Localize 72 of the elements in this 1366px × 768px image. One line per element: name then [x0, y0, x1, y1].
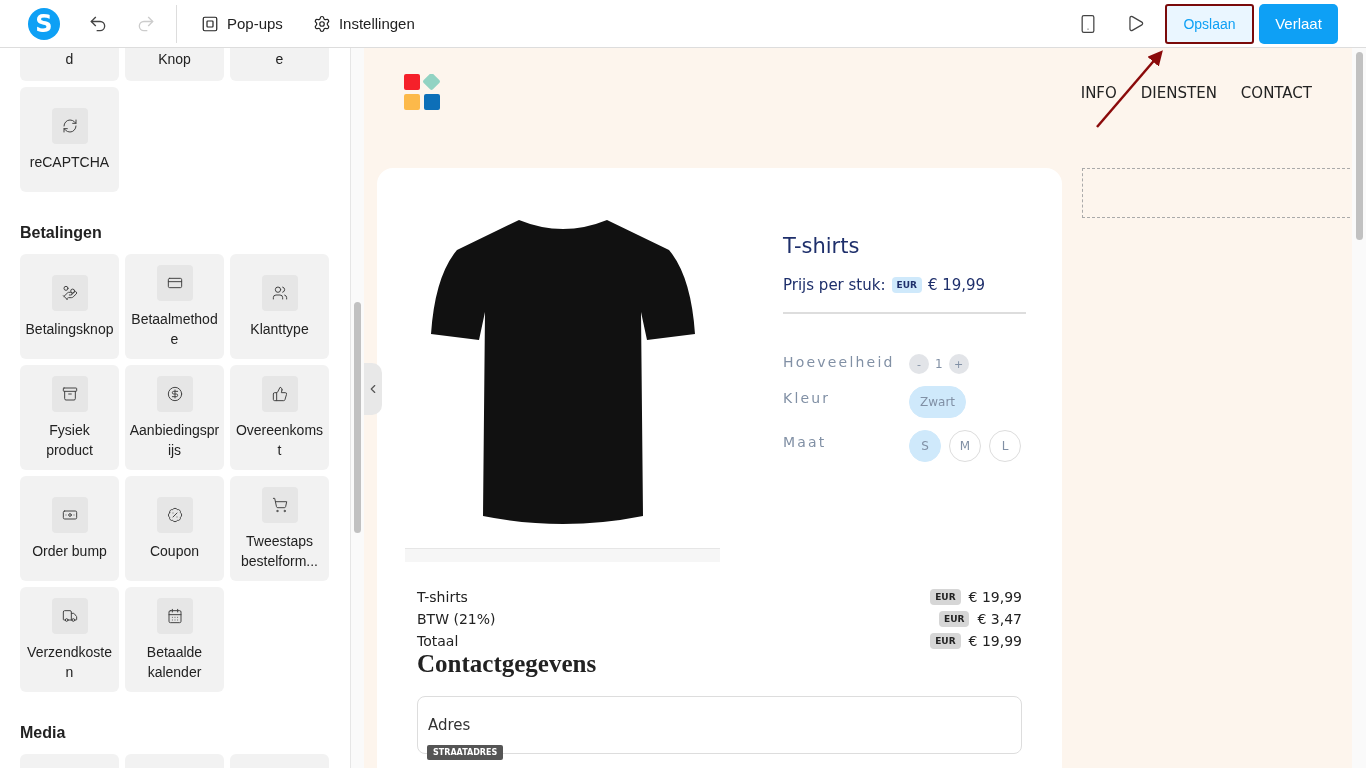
price-label: Prijs per stuk: [783, 276, 886, 294]
toolbar-button[interactable]: Instellingen [308, 14, 419, 33]
element-tile[interactable]: reCAPTCHA [20, 87, 119, 192]
field-tag: STRAATADRES [427, 745, 504, 760]
summary-amount: € 19,99 [968, 633, 1022, 649]
section-title: Media [20, 724, 67, 742]
nav-link[interactable]: INFO [1080, 84, 1117, 102]
element-tile[interactable]: d [20, 48, 119, 81]
summary-amount: € 3,47 [977, 611, 1022, 627]
summary-label: BTW (21%) [417, 611, 497, 627]
nav-link[interactable]: CONTACT [1240, 84, 1312, 102]
collapse-handle[interactable] [364, 363, 382, 415]
element-icon [166, 385, 183, 402]
element-tile[interactable]: Order bump [20, 476, 119, 581]
currency-badge: EUR [891, 277, 922, 293]
tile-label: Betalingsknop [25, 319, 114, 339]
summary-label: Totaal [417, 633, 460, 649]
element-tile[interactable]: Klanttype [230, 254, 329, 359]
element-tile[interactable]: Tweestaps bestelform... [230, 476, 329, 581]
element-tile[interactable]: Betaalmethode [125, 254, 224, 359]
option-label: Kleur [783, 389, 832, 406]
element-tile[interactable]: Verzendkosten [20, 587, 119, 692]
quantity-value: 1 [935, 357, 943, 371]
product-title: T-shirts [783, 234, 861, 258]
element-tile[interactable]: Betalingsknop [20, 254, 119, 359]
tile-label: Betaalmethode [130, 309, 219, 349]
nav-link[interactable]: DIENSTEN [1140, 84, 1217, 102]
element-icon [166, 607, 183, 624]
tile-label: Betaalde kalender [145, 642, 204, 682]
tile-label: Fysiek product [45, 420, 94, 460]
tile-label: Aanbiedingsprijs [129, 420, 220, 460]
play-icon[interactable] [1126, 14, 1145, 33]
element-tile[interactable]: Overeenkomst [230, 365, 329, 470]
section-title: Betalingen [20, 224, 103, 242]
option-label: Hoeveelheid [783, 354, 896, 370]
tile-label: Tweestaps bestelform... [240, 531, 319, 571]
section-heading: Contactgegevens [416, 650, 598, 678]
settings-icon [312, 14, 331, 33]
summary-label: T-shirts [417, 589, 469, 605]
element-icon [271, 284, 288, 301]
tile-label: Coupon [149, 541, 199, 561]
tile-label: d [65, 50, 74, 69]
element-tile[interactable]: Knop [125, 48, 224, 81]
element-tile[interactable]: Aanbiedingsprijs [125, 365, 224, 470]
summary-amount: € 19,99 [968, 589, 1022, 605]
price-value: € 19,99 [927, 276, 986, 294]
element-icon [61, 284, 78, 301]
currency-badge: EUR [939, 611, 970, 627]
element-tile[interactable]: Fysiek product [20, 365, 119, 470]
tile-label: Knop [158, 50, 191, 69]
tile-label: Order bump [32, 541, 107, 561]
option-label: Maat [783, 433, 828, 450]
toolbar-button[interactable]: Pop-ups [197, 14, 287, 33]
tile-label: reCAPTCHA [29, 152, 110, 172]
element-tile[interactable]: Coupon [125, 476, 224, 581]
element-tile[interactable]: e [230, 48, 329, 81]
element-icon [61, 117, 78, 134]
currency-badge: EUR [930, 633, 961, 649]
scrollbar-thumb[interactable] [1355, 52, 1363, 240]
currency-badge: EUR [930, 589, 961, 605]
tile-label: e [275, 50, 284, 69]
tile-label: Verzendkosten [26, 642, 113, 682]
element-tile[interactable]: Betaalde kalender [125, 587, 224, 692]
element-icon [61, 607, 78, 624]
element-icon [271, 496, 288, 513]
tile-label: Overeenkomst [234, 420, 325, 460]
element-icon [166, 506, 183, 523]
element-icon [61, 385, 78, 402]
scrollbar-thumb[interactable] [354, 302, 361, 533]
element-icon [271, 385, 288, 402]
tile-label: Klanttype [250, 319, 309, 339]
square-icon [201, 14, 219, 33]
